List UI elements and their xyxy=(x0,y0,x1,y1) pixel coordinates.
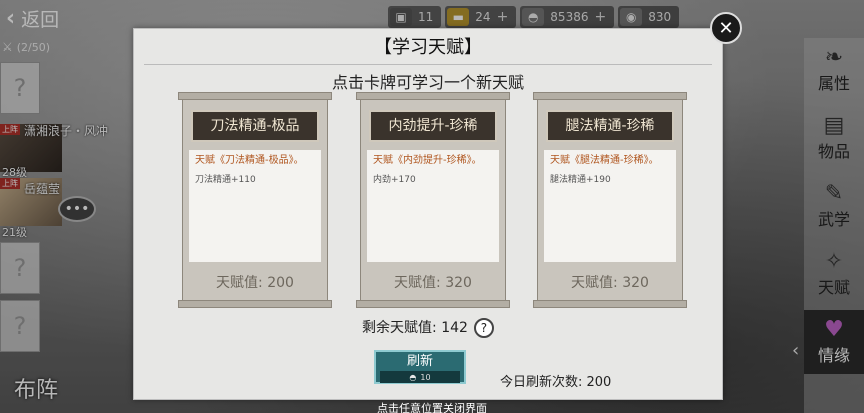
talent-card-body: 天赋《刀法精通-极品》。 刀法精通+110 xyxy=(189,150,321,262)
talent-card-description: 天赋《内劲提升-珍稀》。 xyxy=(373,155,482,166)
talent-card-name: 内劲提升-珍稀 xyxy=(369,110,497,142)
close-hint: 点击任意位置关闭界面 xyxy=(377,402,487,413)
learn-talent-dialog: 【学习天赋】 点击卡牌可学习一个新天赋 刀法精通-极品 天赋《刀法精通-极品》。… xyxy=(133,28,723,400)
talent-card[interactable]: 腿法精通-珍稀 天赋《腿法精通-珍稀》。 腿法精通+190 天赋值: 320 xyxy=(533,92,687,308)
refresh-cost: ◓ 10 xyxy=(380,371,460,383)
remaining-talent-points: 剩余天赋值: 142? xyxy=(134,317,722,338)
talent-card-name: 腿法精通-珍稀 xyxy=(546,110,674,142)
help-icon[interactable]: ? xyxy=(473,318,494,338)
talent-card-effect: 内劲+170 xyxy=(373,175,416,185)
talent-card-effect: 腿法精通+190 xyxy=(550,175,611,185)
dialog-subtitle: 点击卡牌可学习一个新天赋 xyxy=(331,73,524,92)
dialog-title: 【学习天赋】 xyxy=(134,31,722,65)
talent-card-cost: 天赋值: 200 xyxy=(216,275,294,291)
talent-card-name: 刀法精通-极品 xyxy=(191,110,319,142)
close-icon[interactable]: ✕ xyxy=(710,12,742,44)
daily-refresh-count: 今日刷新次数: 200 xyxy=(500,375,612,390)
talent-card[interactable]: 刀法精通-极品 天赋《刀法精通-极品》。 刀法精通+110 天赋值: 200 xyxy=(178,92,332,308)
talent-card-cost: 天赋值: 320 xyxy=(571,275,649,291)
refresh-label: 刷新 xyxy=(406,354,433,369)
talent-card-body: 天赋《腿法精通-珍稀》。 腿法精通+190 xyxy=(544,150,676,262)
talent-card-cost: 天赋值: 320 xyxy=(394,275,472,291)
remaining-label: 剩余天赋值: 142 xyxy=(362,320,468,336)
talent-card-effect: 刀法精通+110 xyxy=(195,175,256,185)
talent-card-description: 天赋《刀法精通-极品》。 xyxy=(195,155,304,166)
talent-card[interactable]: 内劲提升-珍稀 天赋《内劲提升-珍稀》。 内劲+170 天赋值: 320 xyxy=(356,92,510,308)
silver-ingot-icon: ◓ xyxy=(409,372,417,382)
talent-card-body: 天赋《内劲提升-珍稀》。 内劲+170 xyxy=(367,150,499,262)
refresh-button[interactable]: 刷新 ◓ 10 xyxy=(374,350,466,384)
talent-card-description: 天赋《腿法精通-珍稀》。 xyxy=(550,155,659,166)
refresh-cost-value: 10 xyxy=(420,372,431,382)
